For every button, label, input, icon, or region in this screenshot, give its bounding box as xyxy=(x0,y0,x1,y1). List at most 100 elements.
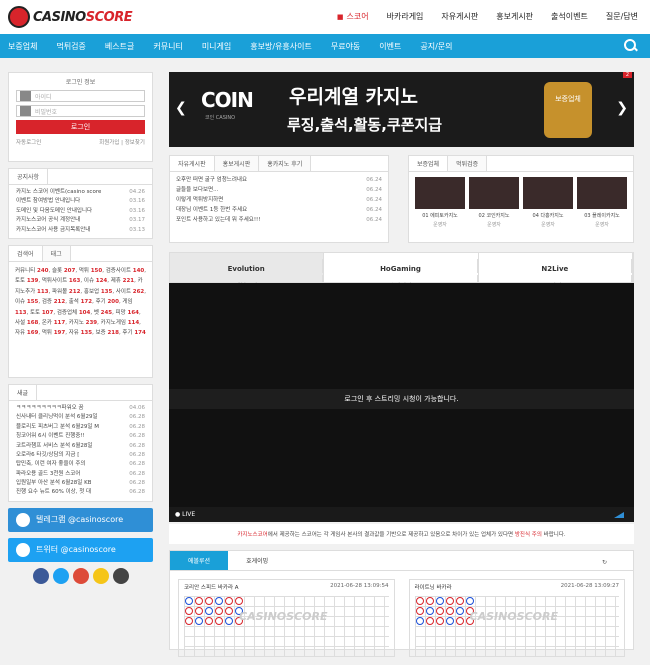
provider-evolution[interactable]: Evolution에볼루션 xyxy=(170,253,325,290)
nav-event[interactable]: 이벤트 xyxy=(379,41,401,52)
list-item[interactable]: 도메인 및 다음도메인 안내입니다 03.16 xyxy=(16,207,145,216)
tag-label[interactable]: , 검증사이트 xyxy=(102,268,133,274)
tab-new-posts[interactable]: 새글 xyxy=(9,384,38,400)
tab-review-board[interactable]: 홍카지노 후기 xyxy=(259,156,312,171)
tag-label[interactable]: , 후기 xyxy=(119,330,134,336)
list-item[interactable]: 신사내터 클리닝먹이 분석 6월29일 06.28 xyxy=(16,413,145,422)
topnav-qna[interactable]: 질문/답변 xyxy=(606,11,638,22)
login-button[interactable]: 로그인 xyxy=(16,120,145,134)
nav-verify[interactable]: 먹튀검증 xyxy=(56,41,85,52)
nav-community[interactable]: 커뮤니티 xyxy=(153,41,182,52)
tab-free-board[interactable]: 자유게시판 xyxy=(170,156,215,171)
tag-label[interactable]: , 토토 xyxy=(26,310,41,316)
tag-label[interactable]: , 게임 xyxy=(119,299,133,305)
list-item[interactable]: 이벤트 참여방법 안내입니다 03.16 xyxy=(16,197,145,206)
list-item[interactable]: ㅋㅋㅋㅋㅋㅋㅋㅋㅋ파워오 꿈 04.06 xyxy=(16,404,145,413)
baccarat-board[interactable]: 코리안 스피드 바카라 A 2021-06-28 13:09:54 CASINOS… xyxy=(178,579,395,657)
nav-notice[interactable]: 공지/문의 xyxy=(420,41,452,52)
tab-search[interactable]: 검색어 xyxy=(9,245,43,261)
provider-hogaming[interactable]: HoGaming호게이밍 xyxy=(324,253,479,290)
gallery-item[interactable]: 02 코인카지노 운영자 xyxy=(469,177,519,228)
nav-minigame[interactable]: 미니게임 xyxy=(202,41,231,52)
tab-hogaming[interactable]: 호게이밍 xyxy=(228,551,286,570)
list-item[interactable]: 코트라챔프 서비스 분석 6월28일 06.28 xyxy=(16,442,145,451)
tag-label[interactable]: , 제휴 xyxy=(107,278,122,284)
tag-label[interactable]: , 피망 xyxy=(112,310,127,316)
chevron-right-icon[interactable]: ❯ xyxy=(616,100,628,116)
tag-label[interactable]: , 카지노 xyxy=(65,320,85,326)
join-link[interactable]: 회원가입 xyxy=(99,140,119,146)
tag-label[interactable]: , 먹튀 xyxy=(75,268,90,274)
nav-guarantee[interactable]: 보증업체 xyxy=(8,41,37,52)
password-field[interactable]: 비밀번호 xyxy=(16,105,145,117)
list-item[interactable]: 카지노스코어 공식 계정안내 03.17 xyxy=(16,216,145,225)
telegram-button[interactable]: 텔레그램 @casinoscore xyxy=(8,507,153,532)
topnav-attendance[interactable]: 출석이벤트 xyxy=(551,11,588,22)
tag-label[interactable]: , 검증 xyxy=(38,299,53,305)
tag-label[interactable]: , 카지노게임 xyxy=(97,320,128,326)
list-item[interactable]: 대장님 이벤트 1등 한번 주세요 06.24 xyxy=(176,205,382,215)
search-icon[interactable] xyxy=(624,39,638,53)
gallery-item[interactable]: 01 에피토카지노 운영자 xyxy=(415,177,465,228)
tab-evolution[interactable]: 에볼루션 xyxy=(170,551,229,570)
id-field[interactable]: 아이디 xyxy=(16,90,145,102)
find-link[interactable]: 정보찾기 xyxy=(125,140,145,146)
refresh-icon[interactable]: ↻ xyxy=(584,554,625,571)
twitter-share-icon[interactable] xyxy=(52,567,69,584)
gallery-item[interactable]: 04 다홍카지노 운영자 xyxy=(523,177,573,228)
tag-label[interactable]: , 이슈 xyxy=(80,278,95,284)
topnav-baccarat[interactable]: 바카라게임 xyxy=(387,11,424,22)
warning-link[interactable]: 방진식 주의 xyxy=(515,532,542,538)
topnav-free-board[interactable]: 자유게시판 xyxy=(441,11,478,22)
logo[interactable]: CASINOSCORE xyxy=(8,6,133,28)
kakao-icon[interactable] xyxy=(92,567,109,584)
list-item[interactable]: 카지노스코어 사용 금지목록안내 03.13 xyxy=(16,226,145,235)
tag-label[interactable]: , 먹튀 xyxy=(38,330,53,336)
google-icon[interactable] xyxy=(72,567,89,584)
tag-label[interactable]: , 후기 xyxy=(92,299,107,305)
nav-free-video[interactable]: 무료야동 xyxy=(331,41,360,52)
list-item[interactable]: 칭코어워 6시 이벤트 진행중!! 06.28 xyxy=(16,432,145,441)
tag-label[interactable]: , 벳 xyxy=(90,310,100,316)
list-item[interactable]: 입원일부 아산 분석 6월28일 KB 06.28 xyxy=(16,479,145,488)
topnav-score[interactable]: 스코어 xyxy=(337,11,369,22)
list-item[interactable]: 파라오용 골드 3천원 스코어 06.28 xyxy=(16,470,145,479)
tag-label[interactable]: , 파워볼 xyxy=(48,289,68,295)
tab-guarantee[interactable]: 보증업체 xyxy=(409,156,449,171)
list-item[interactable]: 탑민축, 이런 여자 좋을이 주의 06.28 xyxy=(16,460,145,469)
list-item[interactable]: 블로리도 피츠버그 분석 6월29일 M 06.28 xyxy=(16,423,145,432)
tag-label[interactable]: , 보증 xyxy=(92,330,107,336)
facebook-icon[interactable] xyxy=(32,567,49,584)
tag-label[interactable]: , 자유 xyxy=(65,330,80,336)
tab-promo-board[interactable]: 홍보게시판 xyxy=(214,156,260,171)
list-item[interactable]: 글들을 보다보면... 06.24 xyxy=(176,185,382,195)
tag-label[interactable]: , 온카 xyxy=(38,320,53,326)
tag-label[interactable]: , 사이트 xyxy=(112,289,132,295)
list-item[interactable]: 포인트 사용하고 있는데 뭐 주세요!!! 06.24 xyxy=(176,215,382,225)
tag-label[interactable]: , 슬롯 xyxy=(48,268,63,274)
tag-label[interactable]: , 홍보업 xyxy=(80,289,100,295)
list-item[interactable]: 오후만 떠면 굴구 엄청느려내요 06.24 xyxy=(176,175,382,185)
banner[interactable]: ❮ COIN 코인 CASINO 우리계열 카지노 루징,출석,활동,쿠폰지급 … xyxy=(169,72,634,147)
list-item[interactable]: 오로라6 타깃/상담의 지금 [06.28 xyxy=(16,451,145,460)
tab-tags[interactable]: 태그 xyxy=(42,245,71,261)
video-player[interactable]: 로그인 후 스트리밍 시청이 가능합니다. ● LIVE xyxy=(169,283,634,522)
topnav-promo-board[interactable]: 홍보게시판 xyxy=(496,11,533,22)
baccarat-board[interactable]: 라이트닝 바카라 2021-06-28 13:09:27 CASINOSCORE xyxy=(408,579,625,657)
tab-notice[interactable]: 공지사항 xyxy=(9,169,49,184)
tag-label[interactable]: 커뮤니티 xyxy=(15,268,37,274)
provider-n2live[interactable]: N2LiveN2라이브 xyxy=(479,253,633,290)
auto-login-checkbox[interactable]: 자동로그인 xyxy=(16,138,41,146)
twitter-button[interactable]: 트위터 @casinoscore xyxy=(8,537,153,562)
nav-best[interactable]: 베스트글 xyxy=(105,41,134,52)
tag-label[interactable]: , 먹튀사이트 xyxy=(38,278,69,284)
list-item[interactable]: 카지노 스코어 이벤트(casino score 04.26 xyxy=(16,188,145,197)
gallery-item[interactable]: 03 플레이카지노 운영자 xyxy=(577,177,627,228)
tab-verify[interactable]: 먹튀검증 xyxy=(448,156,488,171)
tag-label[interactable]: , 검증업체 xyxy=(53,310,79,316)
band-icon[interactable] xyxy=(112,567,129,584)
list-item[interactable]: 진행 요수 뉴트 60% 이상, 첫 대 06.28 xyxy=(16,488,145,497)
nav-promo[interactable]: 홍보방/유흥사이트 xyxy=(250,41,312,52)
chevron-left-icon[interactable]: ❮ xyxy=(175,100,187,116)
tag-label[interactable]: , 출석 xyxy=(65,299,80,305)
